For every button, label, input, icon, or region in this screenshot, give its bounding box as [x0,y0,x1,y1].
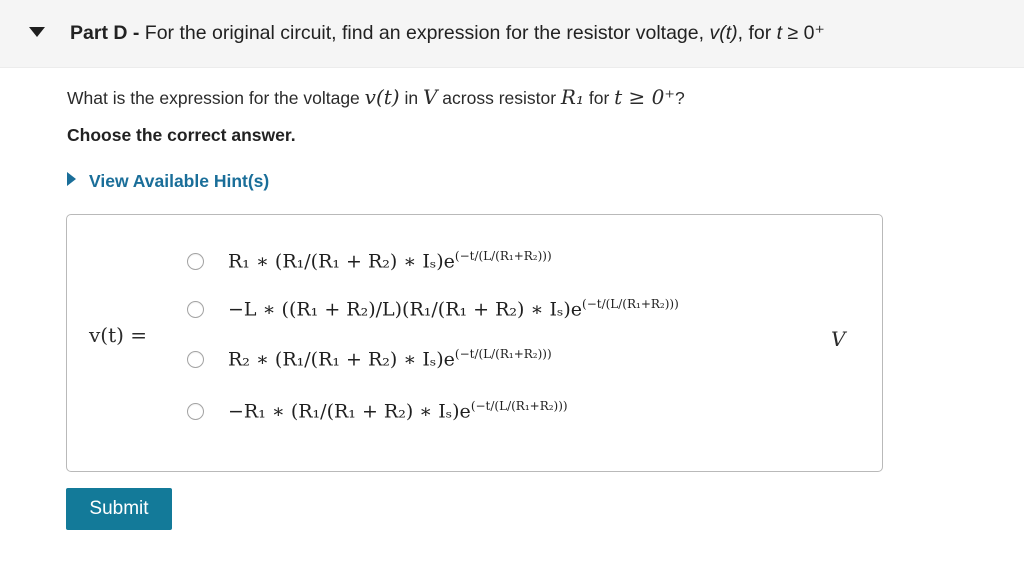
option-formula: R₂ ∗ (R₁/(R₁ + R₂) ∗ Iₛ)e(−t/(L/(R₁+R₂))… [228,347,552,371]
answer-lhs: v(t) = [89,323,148,347]
expand-triangle-icon [67,172,76,186]
answer-box: v(t) = R₁ ∗ (R₁/(R₁ + R₂) ∗ Iₛ)e(−t/(L/(… [66,214,883,472]
view-hints-link[interactable]: View Available Hint(s) [67,171,269,192]
option-formula: −R₁ ∗ (R₁/(R₁ + R₂) ∗ Iₛ)e(−t/(L/(R₁+R₂)… [228,399,568,423]
radio-button[interactable] [187,351,204,368]
submit-button[interactable]: Submit [66,488,172,530]
exponent: (−t/(L/(R₁+R₂))) [454,347,552,361]
exponent: (−t/(L/(R₁+R₂))) [470,399,568,413]
radio-button[interactable] [187,253,204,270]
radio-button[interactable] [187,301,204,318]
answer-option[interactable]: R₂ ∗ (R₁/(R₁ + R₂) ∗ Iₛ)e(−t/(L/(R₁+R₂))… [187,345,807,377]
option-formula: −L ∗ ((R₁ + R₂)/L)(R₁/(R₁ + R₂) ∗ Iₛ)e(−… [228,297,679,321]
collapse-triangle-icon[interactable] [29,27,45,37]
question-text: What is the expression for the voltage v… [67,85,685,109]
exponent: (−t/(L/(R₁+R₂))) [454,249,552,263]
answer-option[interactable]: R₁ ∗ (R₁/(R₁ + R₂) ∗ Iₛ)e(−t/(L/(R₁+R₂))… [187,247,807,279]
exponent: (−t/(L/(R₁+R₂))) [582,297,679,311]
option-formula: R₁ ∗ (R₁/(R₁ + R₂) ∗ Iₛ)e(−t/(L/(R₁+R₂))… [228,249,552,273]
part-header: Part D - For the original circuit, find … [0,0,1024,68]
radio-button[interactable] [187,403,204,420]
answer-option[interactable]: −L ∗ ((R₁ + R₂)/L)(R₁/(R₁ + R₂) ∗ Iₛ)e(−… [187,295,807,327]
part-title: Part D - For the original circuit, find … [70,22,825,44]
answer-option[interactable]: −R₁ ∗ (R₁/(R₁ + R₂) ∗ Iₛ)e(−t/(L/(R₁+R₂)… [187,397,807,429]
instruction-text: Choose the correct answer. [67,125,296,145]
answer-unit: V [831,327,846,351]
